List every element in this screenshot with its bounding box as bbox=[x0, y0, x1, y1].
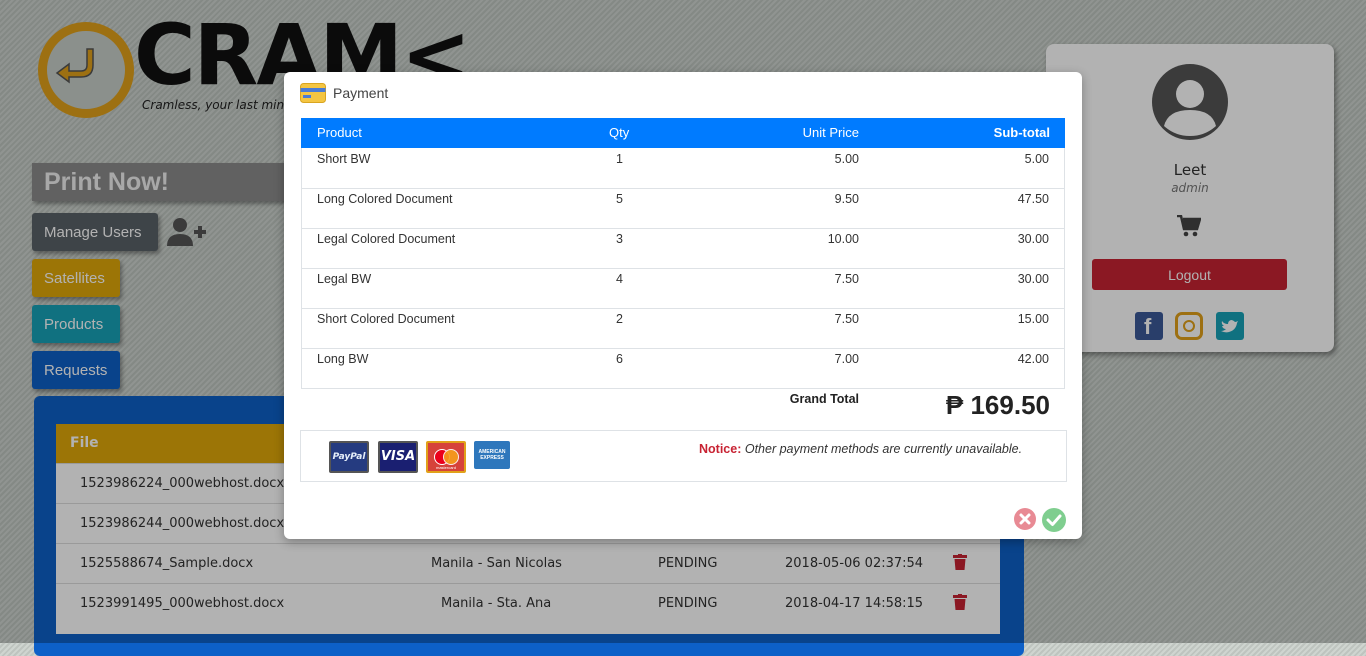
notice-text: Other payment methods are currently unav… bbox=[744, 442, 1023, 456]
grand-total-value: ₱ 169.50 bbox=[945, 390, 1050, 420]
item-unit-price: 7.00 bbox=[834, 352, 859, 366]
mastercard-label: mastercard bbox=[435, 465, 456, 470]
table-row: Legal Colored Document 3 10.00 30.00 bbox=[301, 228, 1065, 269]
item-subtotal: 42.00 bbox=[1017, 352, 1049, 366]
col-subtotal: Sub-total bbox=[993, 125, 1050, 140]
notice-label: Notice: bbox=[699, 442, 742, 456]
amex-icon[interactable]: AMERICAN EXPRESS bbox=[474, 441, 510, 469]
check-icon bbox=[1046, 514, 1062, 526]
modal-title: Payment bbox=[333, 85, 389, 101]
amex-label: AMERICAN EXPRESS bbox=[478, 449, 506, 461]
table-row: Short BW 1 5.00 5.00 bbox=[301, 148, 1065, 189]
item-product: Legal BW bbox=[317, 272, 372, 286]
item-product: Long Colored Document bbox=[317, 192, 453, 206]
table-row: Short Colored Document 2 7.50 15.00 bbox=[301, 308, 1065, 349]
table-row: Legal BW 4 7.50 30.00 bbox=[301, 268, 1065, 309]
item-subtotal: 30.00 bbox=[1017, 272, 1049, 286]
item-qty: 4 bbox=[616, 272, 623, 286]
payment-notice: Notice: Other payment methods are curren… bbox=[699, 442, 1022, 456]
item-subtotal: 47.50 bbox=[1017, 192, 1049, 206]
table-row: Long BW 6 7.00 42.00 bbox=[301, 348, 1065, 389]
confirm-button[interactable] bbox=[1042, 508, 1066, 532]
paypal-icon[interactable]: PayPal bbox=[329, 441, 369, 473]
credit-card-icon bbox=[300, 83, 326, 103]
payment-table-header: Product Qty Unit Price Sub-total bbox=[301, 118, 1065, 148]
payment-methods-box: PayPal VISA mastercard AMERICAN EXPRESS … bbox=[300, 430, 1067, 482]
item-qty: 6 bbox=[616, 352, 623, 366]
col-unit-price: Unit Price bbox=[802, 125, 859, 140]
cancel-button[interactable] bbox=[1014, 508, 1036, 530]
payment-modal: Payment Product Qty Unit Price Sub-total… bbox=[284, 72, 1082, 539]
item-unit-price: 10.00 bbox=[827, 232, 859, 246]
item-qty: 1 bbox=[616, 152, 623, 166]
item-unit-price: 7.50 bbox=[834, 312, 859, 326]
close-icon bbox=[1019, 513, 1031, 525]
item-unit-price: 7.50 bbox=[834, 272, 859, 286]
item-qty: 2 bbox=[616, 312, 623, 326]
item-product: Legal Colored Document bbox=[317, 232, 456, 246]
item-subtotal: 5.00 bbox=[1024, 152, 1049, 166]
table-row: Long Colored Document 5 9.50 47.50 bbox=[301, 188, 1065, 229]
mastercard-icon[interactable]: mastercard bbox=[426, 441, 466, 473]
item-unit-price: 5.00 bbox=[834, 152, 859, 166]
col-qty: Qty bbox=[609, 125, 630, 140]
item-qty: 5 bbox=[616, 192, 623, 206]
visa-icon[interactable]: VISA bbox=[378, 441, 418, 473]
item-subtotal: 15.00 bbox=[1017, 312, 1049, 326]
item-unit-price: 9.50 bbox=[834, 192, 859, 206]
col-product: Product bbox=[317, 125, 362, 140]
item-product: Short Colored Document bbox=[317, 312, 455, 326]
grand-total-label: Grand Total bbox=[789, 392, 859, 406]
item-qty: 3 bbox=[616, 232, 623, 246]
item-subtotal: 30.00 bbox=[1017, 232, 1049, 246]
item-product: Long BW bbox=[317, 352, 369, 366]
item-product: Short BW bbox=[317, 152, 371, 166]
